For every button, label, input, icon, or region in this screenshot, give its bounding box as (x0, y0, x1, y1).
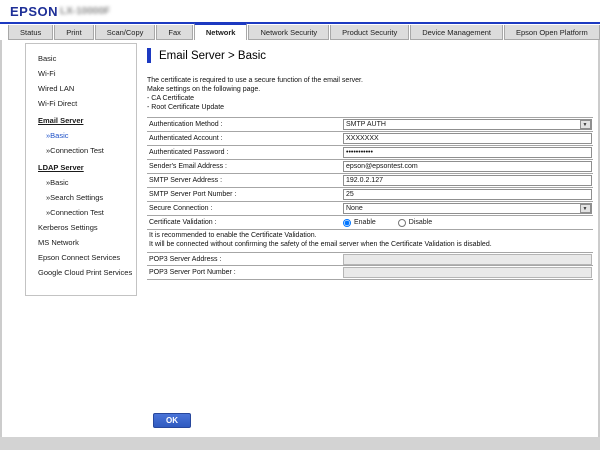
tab-bar: Status Print Scan/Copy Fax Network Netwo… (0, 24, 600, 40)
page-left-border (0, 40, 2, 437)
field-label: SMTP Server Address : (147, 177, 343, 184)
form-row-senders-email-address: Sender's Email Address : (147, 160, 593, 174)
field-label: POP3 Server Port Number : (147, 269, 343, 276)
sidebar-item-epson-connect-services[interactable]: Epson Connect Services (26, 250, 136, 265)
tab-status[interactable]: Status (8, 25, 53, 40)
form-row-authentication-method: Authentication Method : SMTP AUTH ▼ (147, 118, 593, 132)
sidebar-item-google-cloud-print-services[interactable]: Google Cloud Print Services (26, 265, 136, 280)
smtp-server-address-input[interactable] (343, 175, 592, 186)
sidebar-section-ldap-server[interactable]: LDAP Server (26, 160, 136, 175)
smtp-server-port-input[interactable] (343, 189, 592, 200)
senders-email-address-input[interactable] (343, 161, 592, 172)
secure-connection-select[interactable]: None ▼ (343, 203, 592, 214)
email-server-form: Authentication Method : SMTP AUTH ▼ Auth… (147, 117, 593, 280)
page-description: The certificate is required to use a sec… (147, 76, 593, 112)
field-label: Authenticated Account : (147, 135, 343, 142)
tab-print[interactable]: Print (54, 25, 93, 40)
sidebar-item-wifi-direct[interactable]: Wi-Fi Direct (26, 96, 136, 111)
note-line: It is recommended to enable the Certific… (149, 232, 593, 241)
title-accent-bar (147, 48, 151, 63)
tab-fax[interactable]: Fax (156, 25, 193, 40)
pop3-server-address-input (343, 254, 592, 265)
sidebar-section-email-server[interactable]: Email Server (26, 113, 136, 128)
sidebar-item-wired-lan[interactable]: Wired LAN (26, 81, 136, 96)
chevron-down-icon[interactable]: ▼ (580, 204, 591, 213)
tab-network[interactable]: Network (194, 23, 248, 40)
description-line: - Root Certificate Update (147, 103, 593, 112)
tab-epson-open-platform[interactable]: Epson Open Platform (504, 25, 600, 40)
radio-label: Enable (354, 219, 376, 226)
disable-radio[interactable] (398, 219, 406, 227)
description-line: The certificate is required to use a sec… (147, 76, 593, 85)
description-line: Make settings on the following page. (147, 85, 593, 94)
form-row-pop3-server-address: POP3 Server Address : (147, 252, 593, 266)
certificate-validation-disable-option[interactable]: Disable (398, 219, 432, 227)
field-label: Secure Connection : (147, 205, 343, 212)
description-line: - CA Certificate (147, 94, 593, 103)
tab-product-security[interactable]: Product Security (330, 25, 409, 40)
ok-button[interactable]: OK (153, 413, 191, 428)
tab-device-management[interactable]: Device Management (410, 25, 503, 40)
form-row-pop3-server-port: POP3 Server Port Number : (147, 266, 593, 280)
sidebar-item-ldap-basic[interactable]: »Basic (26, 175, 136, 190)
main-content: Email Server > Basic The certificate is … (147, 48, 593, 280)
sidebar-item-email-server-connection-test[interactable]: »Connection Test (26, 143, 136, 158)
field-label: Authenticated Password : (147, 149, 343, 156)
sidebar-item-wifi[interactable]: Wi-Fi (26, 66, 136, 81)
chevron-down-icon[interactable]: ▼ (580, 120, 591, 129)
pop3-server-port-input (343, 267, 592, 278)
form-row-smtp-server-address: SMTP Server Address : (147, 174, 593, 188)
select-value: SMTP AUTH (346, 121, 386, 128)
sidebar-item-kerberos-settings[interactable]: Kerberos Settings (26, 220, 136, 235)
printer-model-name: LX-10000F (60, 6, 110, 17)
sidebar-item-email-server-basic[interactable]: »Basic (26, 128, 136, 143)
header: EPSON LX-10000F (0, 0, 600, 22)
sidebar-item-basic[interactable]: Basic (26, 51, 136, 66)
tab-network-security[interactable]: Network Security (248, 25, 329, 40)
sidebar-nav: Basic Wi-Fi Wired LAN Wi-Fi Direct Email… (25, 43, 137, 296)
footer-band (0, 437, 600, 450)
certificate-validation-note: It is recommended to enable the Certific… (147, 230, 593, 252)
field-label: POP3 Server Address : (147, 256, 343, 263)
field-label: Certificate Validation : (147, 219, 343, 226)
authenticated-account-input[interactable] (343, 133, 592, 144)
field-label: Sender's Email Address : (147, 163, 343, 170)
form-row-secure-connection: Secure Connection : None ▼ (147, 202, 593, 216)
epson-logo: EPSON (10, 4, 58, 19)
radio-label: Disable (409, 219, 432, 226)
authenticated-password-input[interactable] (343, 147, 592, 158)
select-value: None (346, 205, 363, 212)
form-row-authenticated-password: Authenticated Password : (147, 146, 593, 160)
enable-radio[interactable] (343, 219, 351, 227)
certificate-validation-enable-option[interactable]: Enable (343, 219, 376, 227)
tab-scan-copy[interactable]: Scan/Copy (95, 25, 156, 40)
form-row-smtp-server-port: SMTP Server Port Number : (147, 188, 593, 202)
field-label: SMTP Server Port Number : (147, 191, 343, 198)
field-label: Authentication Method : (147, 121, 343, 128)
sidebar-item-ldap-search-settings[interactable]: »Search Settings (26, 190, 136, 205)
note-line: It will be connected without confirming … (149, 241, 593, 250)
authentication-method-select[interactable]: SMTP AUTH ▼ (343, 119, 592, 130)
page-title: Email Server > Basic (159, 50, 266, 62)
sidebar-item-ldap-connection-test[interactable]: »Connection Test (26, 205, 136, 220)
form-row-authenticated-account: Authenticated Account : (147, 132, 593, 146)
form-row-certificate-validation: Certificate Validation : Enable Disable (147, 216, 593, 230)
sidebar-item-ms-network[interactable]: MS Network (26, 235, 136, 250)
